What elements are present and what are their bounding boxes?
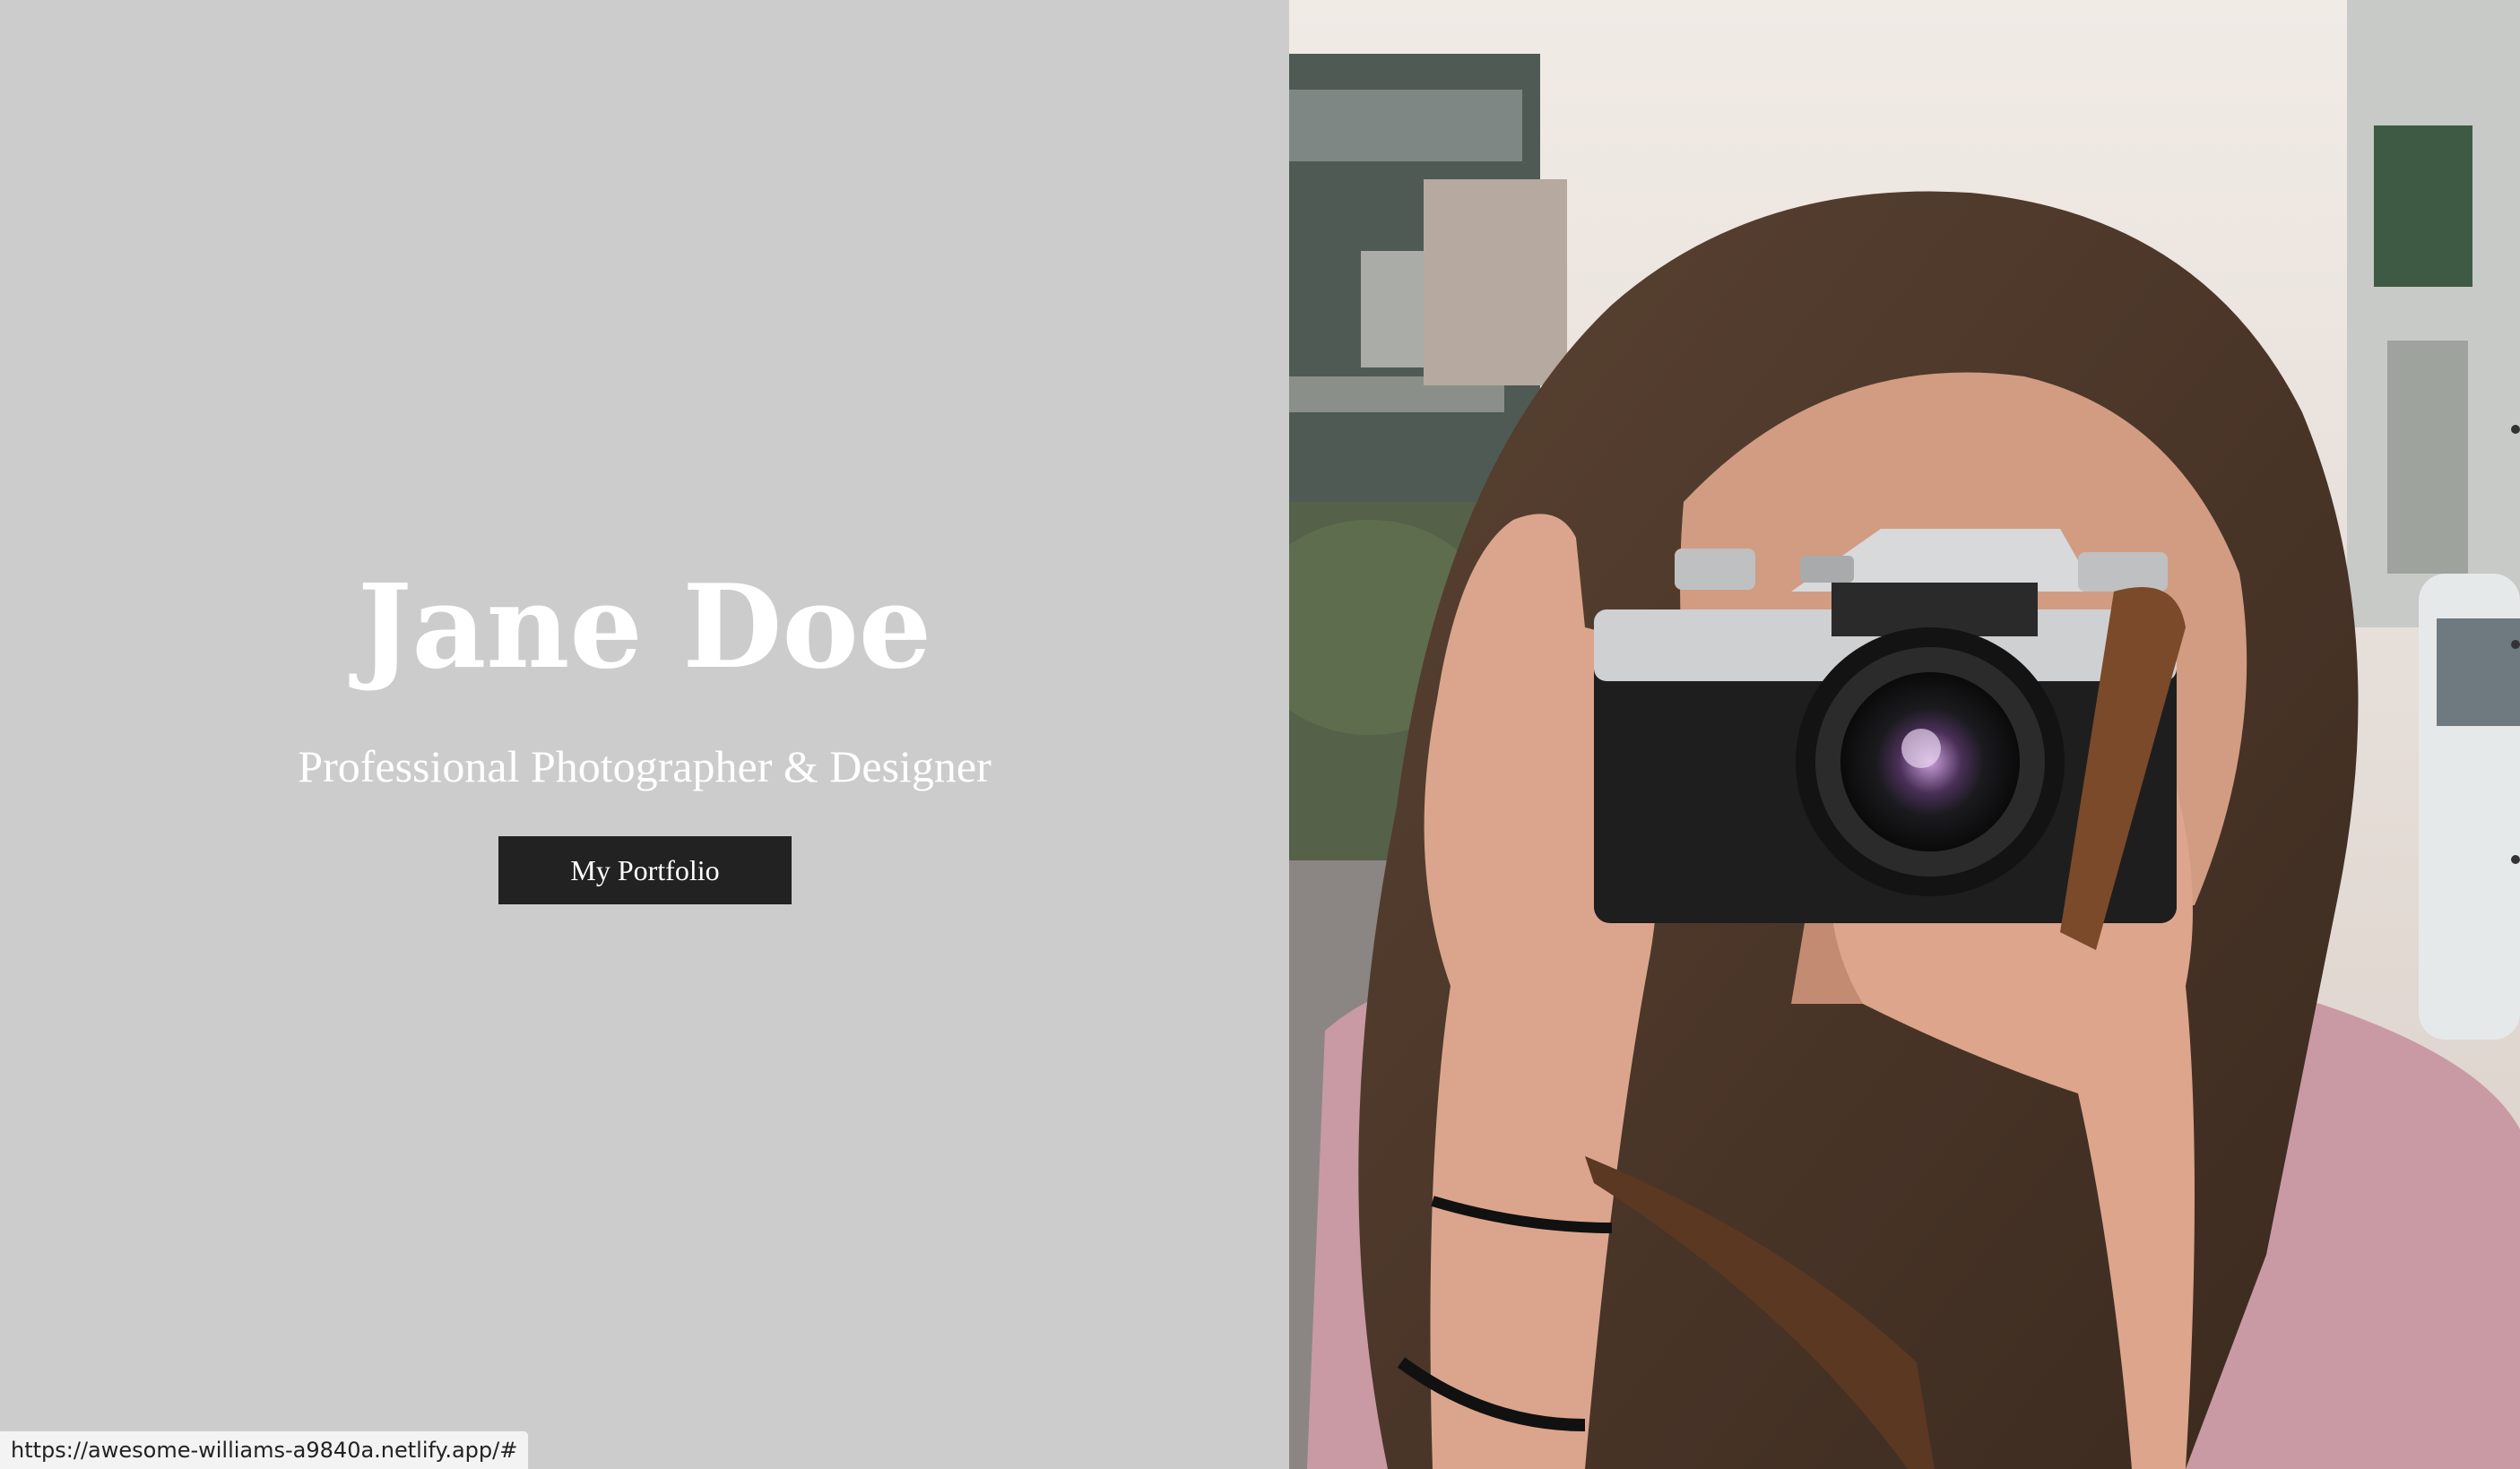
photographer-image (1289, 0, 2520, 1469)
landing-page: Jane Doe Professional Photographer & Des… (0, 0, 2520, 1469)
slide-dot-2[interactable] (2511, 640, 2520, 649)
slide-dot-3[interactable] (2511, 855, 2520, 864)
status-bar-url: https://awesome-williams-a9840a.netlify.… (0, 1430, 530, 1469)
my-portfolio-button[interactable]: My Portfolio (498, 836, 792, 904)
hero-section: Jane Doe Professional Photographer & Des… (0, 0, 1289, 1469)
hero-subtitle: Professional Photographer & Designer (298, 741, 992, 791)
hero-photo (1289, 0, 2520, 1469)
slide-dot-1[interactable] (2511, 425, 2520, 434)
hero-title: Jane Doe (357, 560, 932, 695)
